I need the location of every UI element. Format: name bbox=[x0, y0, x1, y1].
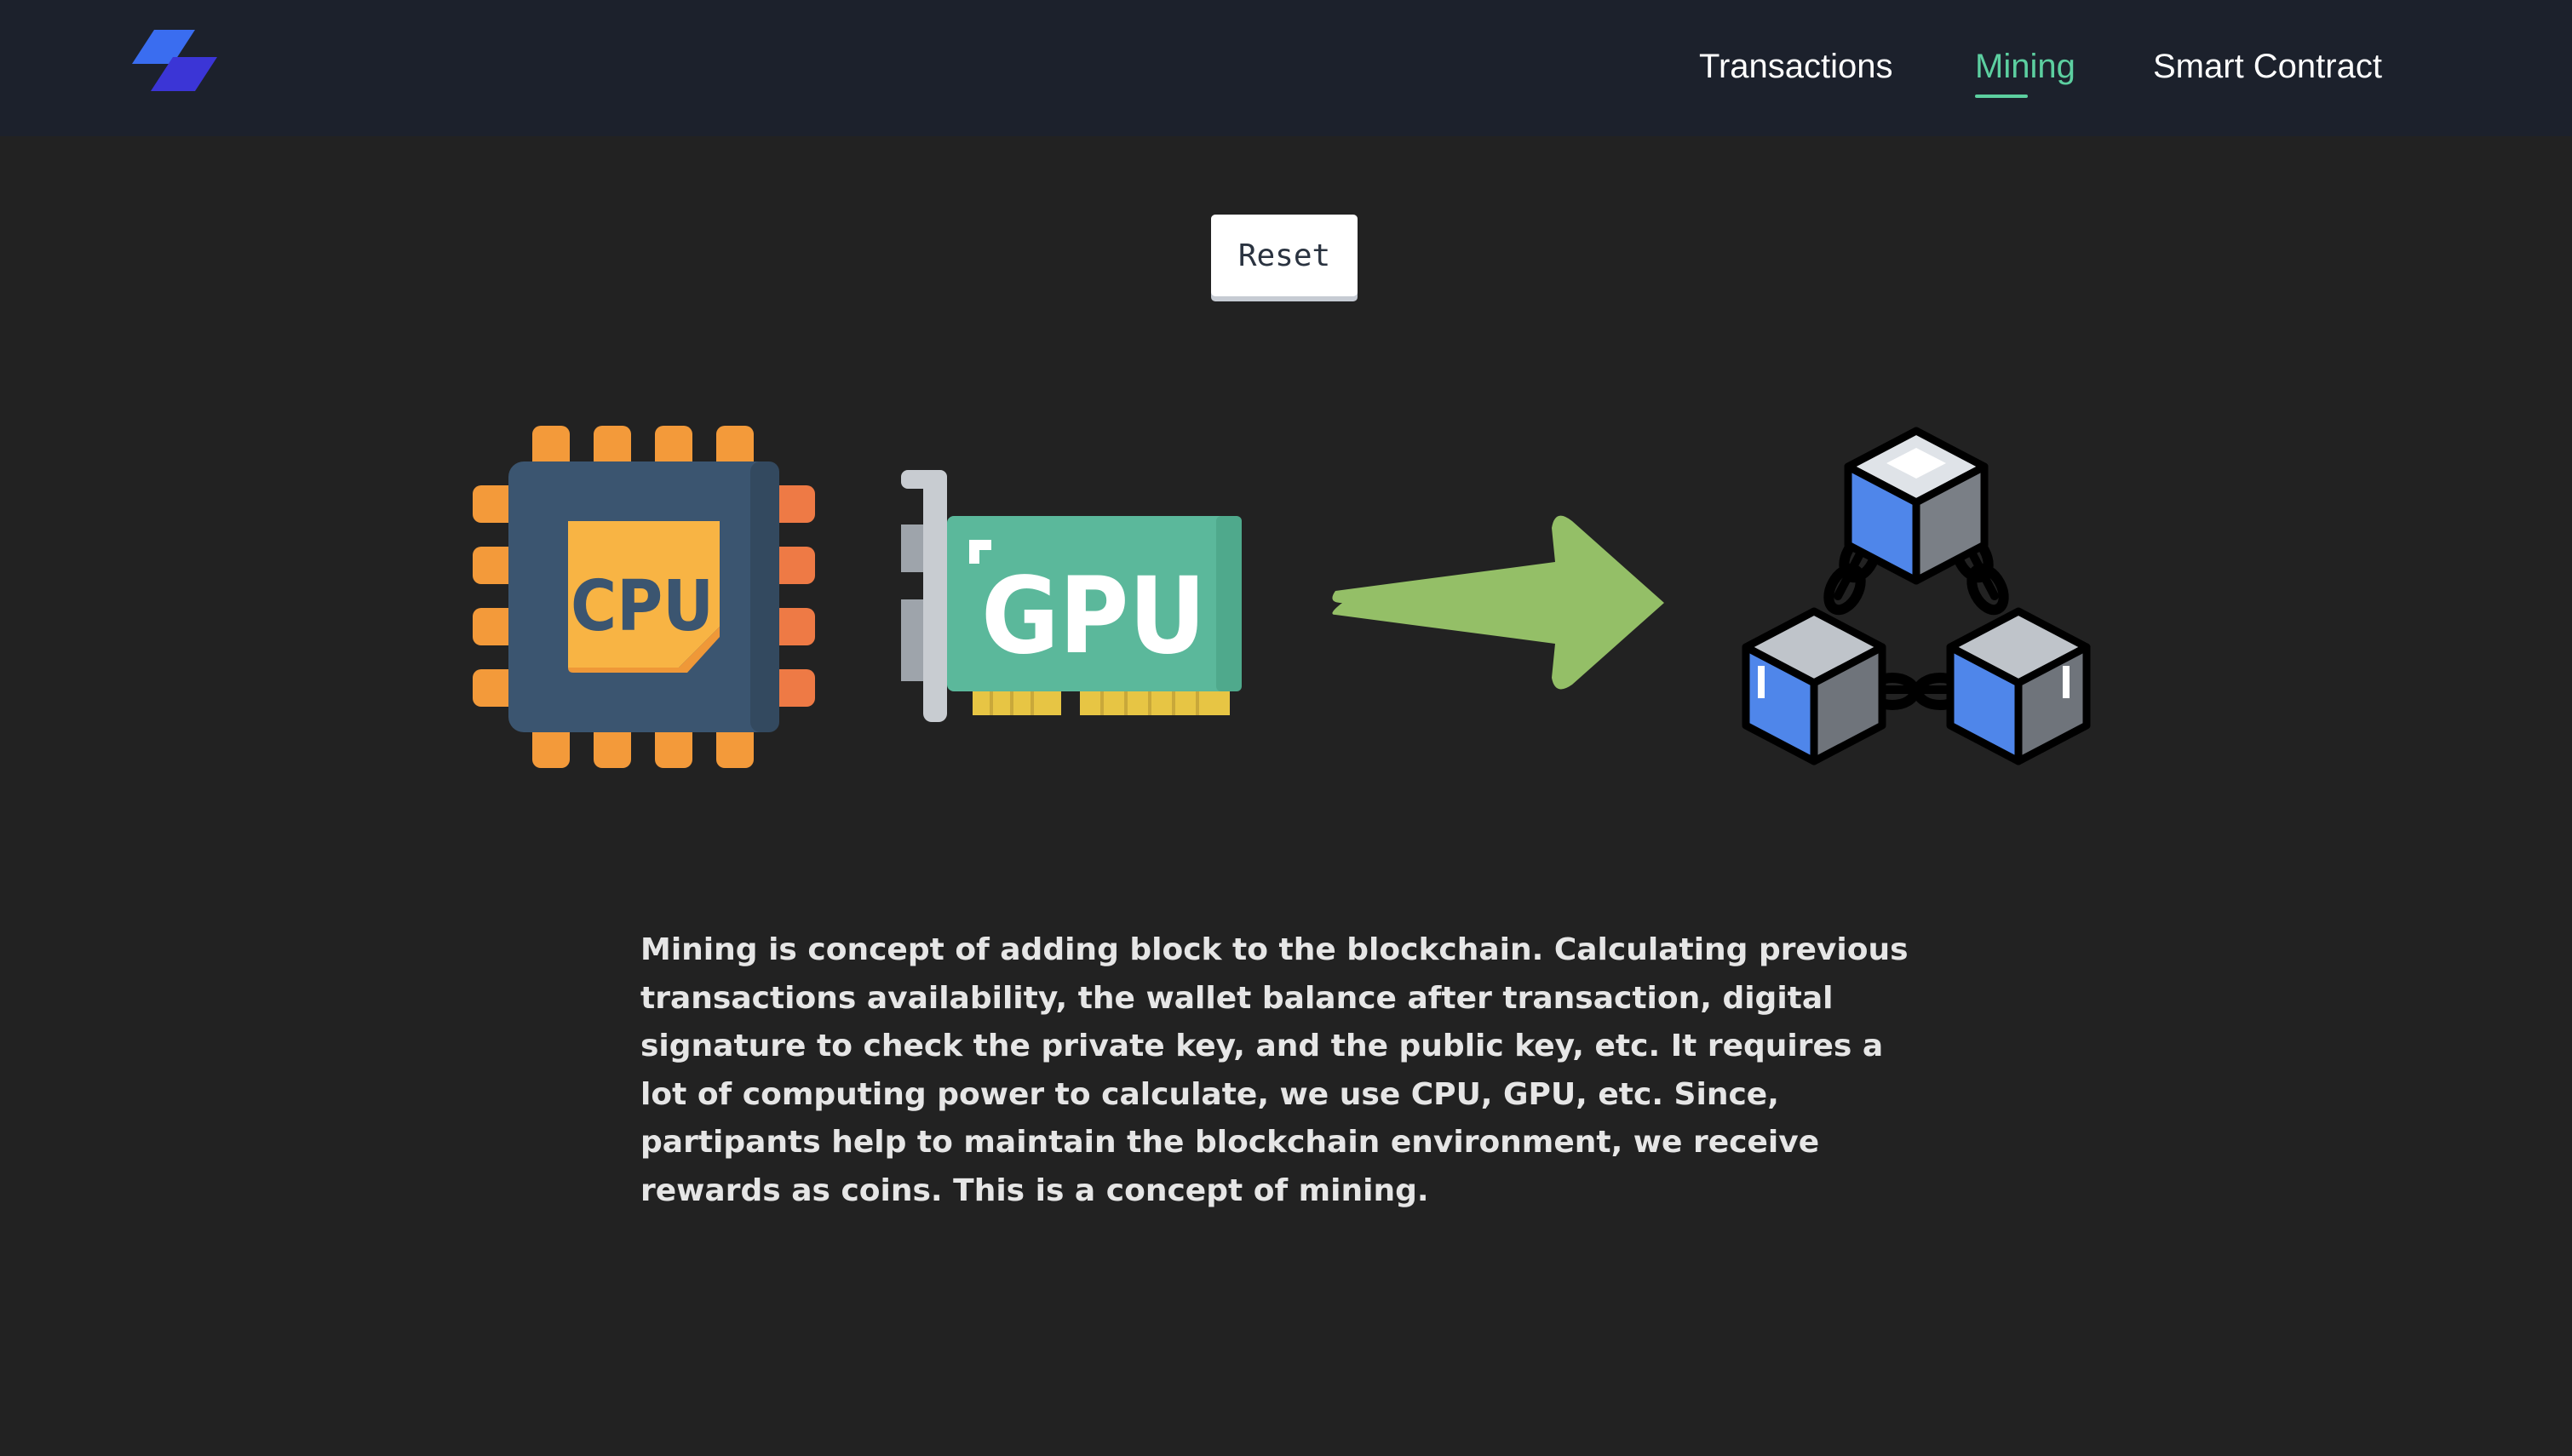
nav-item-smart-contract[interactable]: Smart Contract bbox=[2153, 43, 2382, 90]
nav-item-mining[interactable]: Mining bbox=[1975, 43, 2075, 98]
nav-item-label: Mining bbox=[1975, 48, 2075, 85]
nav-item-label: Smart Contract bbox=[2153, 48, 2382, 85]
blockchain-network-icon bbox=[1742, 427, 2091, 765]
active-nav-indicator bbox=[1975, 95, 2028, 98]
app-logo-icon[interactable] bbox=[132, 30, 217, 91]
gpu-label: GPU bbox=[981, 555, 1206, 678]
nav-item-transactions[interactable]: Transactions bbox=[1699, 43, 1893, 90]
top-nav-bar: Transactions Mining Smart Contract bbox=[0, 0, 2572, 136]
cpu-chip-icon: CPU bbox=[473, 426, 815, 768]
mining-illustration: CPU GPU bbox=[460, 417, 2112, 783]
arrow-right-icon bbox=[1332, 515, 1664, 690]
mining-description: Mining is concept of adding block to the… bbox=[640, 932, 1909, 1208]
mining-page: Transactions Mining Smart Contract Reset bbox=[0, 0, 2572, 1456]
gpu-card-icon: GPU bbox=[901, 470, 1242, 722]
cpu-label: CPU bbox=[571, 566, 714, 647]
reset-button[interactable]: Reset bbox=[1211, 215, 1358, 296]
nav-item-label: Transactions bbox=[1699, 48, 1893, 85]
